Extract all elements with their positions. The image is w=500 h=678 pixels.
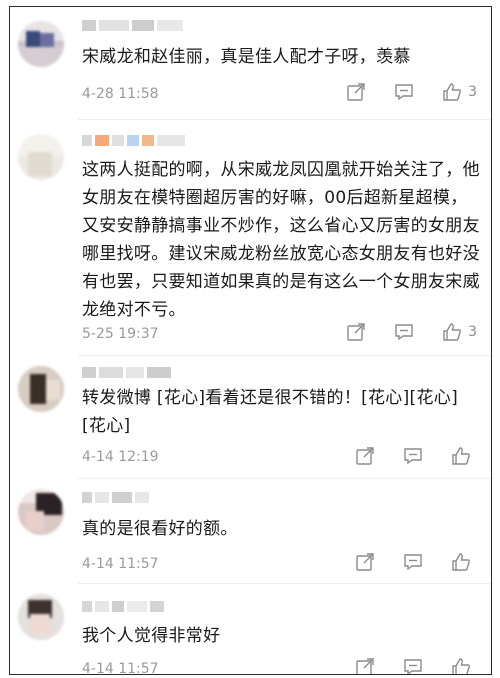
thumbs-up-icon xyxy=(443,323,461,341)
comment-time: 5-25 19:37 xyxy=(82,326,159,342)
comment-time: 4-14 11:57 xyxy=(82,661,159,675)
comment-item: 转发微博 [花心]看着还是很不错的！[花心][花心][花心] 4-14 12:1… xyxy=(10,356,491,478)
share-icon xyxy=(347,83,365,101)
avatar[interactable] xyxy=(18,366,64,412)
comment-actions: 3 xyxy=(318,322,477,342)
avatar[interactable] xyxy=(18,594,64,640)
share-icon xyxy=(356,553,374,571)
share-button[interactable] xyxy=(355,552,375,572)
reply-button[interactable] xyxy=(403,657,423,674)
username[interactable] xyxy=(82,17,183,33)
thumbs-up-icon xyxy=(452,553,470,571)
reply-button[interactable] xyxy=(403,552,423,572)
comment-actions: 3 xyxy=(318,82,477,102)
like-button[interactable]: 3 xyxy=(442,322,477,342)
like-count: 3 xyxy=(468,324,477,340)
share-icon xyxy=(347,323,365,341)
comment-icon xyxy=(395,84,413,101)
comment-icon xyxy=(395,324,413,341)
username[interactable] xyxy=(82,489,149,505)
like-button[interactable]: 3 xyxy=(442,82,477,102)
comment-item: 真的是很看好的额。 4-14 11:57 xyxy=(10,479,491,583)
comment-actions xyxy=(327,657,477,674)
share-button[interactable] xyxy=(355,446,375,466)
like-count: 3 xyxy=(468,84,477,100)
comment-time: 4-14 12:19 xyxy=(82,449,159,465)
thumbs-up-icon xyxy=(452,658,470,674)
thumbs-up-icon xyxy=(452,447,470,465)
like-button[interactable] xyxy=(451,552,477,572)
share-icon xyxy=(356,447,374,465)
reply-button[interactable] xyxy=(403,446,423,466)
like-button[interactable] xyxy=(451,446,477,466)
avatar[interactable] xyxy=(18,134,64,180)
comment-item: 这两人挺配的啊，从宋威龙凤囚凰就开始关注了，他女朋友在模特圈超厉害的好嘛，00后… xyxy=(10,120,491,355)
comment-time: 4-14 11:57 xyxy=(82,556,159,572)
share-button[interactable] xyxy=(346,322,366,342)
comment-item: 宋威龙和赵佳丽，真是佳人配才子呀，羡慕 4-28 11:58 3 xyxy=(10,7,491,119)
comment-time: 4-28 11:58 xyxy=(82,86,159,102)
like-button[interactable] xyxy=(451,657,477,674)
comment-icon xyxy=(404,448,422,465)
comment-icon xyxy=(404,659,422,674)
username[interactable] xyxy=(82,132,185,148)
share-button[interactable] xyxy=(355,657,375,674)
share-icon xyxy=(356,658,374,674)
comment-icon xyxy=(404,554,422,571)
comment-list: 宋威龙和赵佳丽，真是佳人配才子呀，羡慕 4-28 11:58 3 这两人挺配的啊… xyxy=(9,6,492,675)
share-button[interactable] xyxy=(346,82,366,102)
comment-text: 我个人觉得非常好 xyxy=(82,626,221,646)
comment-actions xyxy=(327,552,477,572)
comment-text: 宋威龙和赵佳丽，真是佳人配才子呀，羡慕 xyxy=(82,47,411,67)
comment-actions xyxy=(327,446,477,466)
reply-button[interactable] xyxy=(394,82,414,102)
avatar[interactable] xyxy=(18,21,64,67)
comment-text: 转发微博 [花心]看着还是很不错的！[花心][花心][花心] xyxy=(82,388,458,436)
comment-item: 我个人觉得非常好 4-14 11:57 xyxy=(10,584,491,674)
comment-text: 真的是很看好的额。 xyxy=(82,519,238,539)
comment-text: 这两人挺配的啊，从宋威龙凤囚凰就开始关注了，他女朋友在模特圈超厉害的好嘛，00后… xyxy=(82,160,480,320)
username[interactable] xyxy=(82,598,164,614)
avatar[interactable] xyxy=(18,489,64,535)
reply-button[interactable] xyxy=(394,322,414,342)
thumbs-up-icon xyxy=(443,83,461,101)
username[interactable] xyxy=(82,364,171,380)
